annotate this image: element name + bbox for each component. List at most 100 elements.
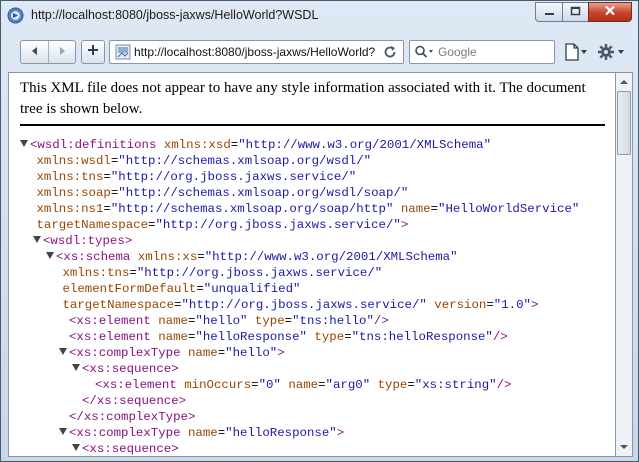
- xml-attr: minOccurs: [184, 378, 252, 392]
- xml-attr: xmlns:xs: [137, 250, 198, 264]
- xml-val: "1.0": [493, 298, 531, 312]
- xml-line: <wsdl:definitions xmlns:xsd="http://www.…: [20, 137, 491, 153]
- back-button[interactable]: [21, 41, 48, 63]
- xml-line: <xs:element minOccurs="0" name="arg0" ty…: [95, 377, 511, 393]
- divider: [20, 124, 605, 126]
- tools-gear-icon[interactable]: [596, 41, 626, 63]
- xml-line: <xs:complexType name="helloResponse">: [59, 425, 344, 441]
- xml-val: "http://schemas.xmlsoap.org/wsdl/": [118, 154, 372, 168]
- url-text: http://localhost:8080/jboss-jaxws/HelloW…: [134, 45, 376, 59]
- new-tab-button[interactable]: [81, 40, 105, 64]
- xml-tag: <xs:element: [69, 314, 159, 328]
- xml-val: "unqualified": [203, 282, 301, 296]
- xml-tag: >: [277, 346, 285, 360]
- scrollbar-thumb[interactable]: [617, 91, 631, 155]
- title-bar: http://localhost:8080/jboss-jaxws/HelloW…: [1, 1, 638, 31]
- close-icon: [604, 3, 616, 21]
- xml-attr: elementFormDefault: [62, 282, 197, 296]
- xml-attr: name: [187, 346, 218, 360]
- xml-attr: type: [254, 314, 285, 328]
- collapse-toggle-icon[interactable]: [72, 444, 80, 451]
- xml-tag: <wsdl:definitions: [30, 138, 164, 152]
- xml-line: targetNamespace="http://org.jboss.jaxws.…: [63, 297, 539, 313]
- xml-text: =: [196, 282, 204, 296]
- maximize-icon: [570, 3, 581, 21]
- xml-val: "http://schemas.xmlsoap.org/wsdl/soap/": [118, 186, 409, 200]
- xml-tag: >: [336, 426, 345, 440]
- forward-button[interactable]: [48, 41, 75, 63]
- close-button[interactable]: [588, 2, 632, 22]
- xml-tag: />: [373, 314, 389, 328]
- browser-window: http://localhost:8080/jboss-jaxws/HelloW…: [0, 0, 639, 462]
- xml-attr: xmlns:ns1: [36, 202, 104, 216]
- vertical-scrollbar[interactable]: [616, 72, 633, 457]
- xml-line: <xs:sequence>: [72, 441, 179, 456]
- xml-text: [247, 314, 254, 328]
- xml-attr: name: [158, 314, 188, 328]
- xml-line: targetNamespace="http://org.jboss.jaxws.…: [37, 217, 409, 233]
- xml-line: <wsdl:types>: [33, 233, 132, 249]
- xml-val: "http://www.w3.org/2001/XMLSchema": [204, 250, 458, 264]
- xml-val: "helloResponse": [225, 426, 337, 440]
- xml-line: <xs:schema xmlns:xs="http://www.w3.org/2…: [46, 249, 458, 265]
- xml-line: <xs:sequence>: [72, 361, 179, 377]
- xml-attr: version: [434, 298, 487, 312]
- search-input[interactable]: [438, 44, 548, 60]
- xml-info-message: This XML file does not appear to have an…: [20, 80, 586, 117]
- collapse-toggle-icon[interactable]: [33, 236, 41, 243]
- xml-attr: name: [158, 330, 188, 344]
- collapse-toggle-icon[interactable]: [46, 252, 54, 259]
- search-engine-icon[interactable]: [414, 44, 436, 60]
- scroll-down-arrow[interactable]: [616, 439, 632, 455]
- xml-line: xmlns:tns="http://org.jboss.jaxws.servic…: [37, 169, 357, 185]
- xml-line: xmlns:tns="http://org.jboss.jaxws.servic…: [63, 265, 383, 281]
- minimize-icon: [544, 3, 555, 21]
- minimize-button[interactable]: [535, 2, 562, 22]
- xml-tag: >: [400, 218, 409, 232]
- xml-line: </xs:complexType>: [69, 409, 195, 425]
- xml-attr: name: [288, 378, 319, 392]
- reload-icon[interactable]: [382, 44, 398, 60]
- xml-val: "hello": [195, 314, 248, 328]
- collapse-toggle-icon[interactable]: [59, 348, 67, 355]
- xml-text: =: [103, 202, 111, 216]
- xml-line: <xs:element name="helloResponse" type="t…: [69, 329, 508, 345]
- xml-tag: />: [492, 330, 508, 344]
- xml-attr: targetNamespace: [62, 298, 175, 312]
- window-title: http://localhost:8080/jboss-jaxws/HelloW…: [31, 8, 319, 22]
- xml-val: "HelloWorldService": [438, 202, 580, 216]
- xml-attr: name: [400, 202, 431, 216]
- page-menu-icon[interactable]: [563, 42, 589, 62]
- xml-attr: type: [314, 330, 345, 344]
- browser-app-icon: [7, 7, 24, 24]
- xml-tag: <xs:schema: [56, 250, 138, 264]
- maximize-button[interactable]: [562, 2, 588, 22]
- page-content: This XML file does not appear to have an…: [8, 72, 616, 457]
- site-icon: [115, 44, 131, 60]
- scroll-up-arrow[interactable]: [616, 74, 632, 90]
- collapse-toggle-icon[interactable]: [72, 364, 80, 371]
- xml-tag: <xs:sequence>: [82, 362, 179, 376]
- xml-text: =: [197, 250, 205, 264]
- xml-val: "http://www.w3.org/2001/XMLSchema": [238, 138, 492, 152]
- xml-text: [393, 202, 400, 216]
- xml-attr: name: [187, 426, 218, 440]
- navigation-toolbar: http://localhost:8080/jboss-jaxws/HelloW…: [8, 37, 631, 69]
- xml-tag: <xs:element: [69, 330, 159, 344]
- collapse-toggle-icon[interactable]: [59, 428, 67, 435]
- xml-tag: <xs:element: [95, 378, 185, 392]
- xml-line: </xs:sequence>: [82, 393, 186, 409]
- xml-tag: <wsdl:types>: [43, 234, 133, 248]
- collapse-toggle-icon[interactable]: [20, 140, 28, 147]
- xml-line: <xs:element name="hello" type="tns:hello…: [69, 313, 389, 329]
- address-bar[interactable]: http://localhost:8080/jboss-jaxws/HelloW…: [109, 40, 404, 64]
- xml-attr: targetNamespace: [36, 218, 149, 232]
- xml-line: xmlns:wsdl="http://schemas.xmlsoap.org/w…: [37, 153, 372, 169]
- xml-text: =: [486, 298, 494, 312]
- xml-val: "hello": [225, 346, 278, 360]
- xml-tag: <xs:complexType: [69, 346, 188, 360]
- xml-line: elementFormDefault="unqualified": [63, 281, 301, 297]
- xml-val: "http://org.jboss.jaxws.service/": [136, 266, 383, 280]
- xml-val: "tns:hello": [292, 314, 374, 328]
- xml-text: =: [344, 330, 352, 344]
